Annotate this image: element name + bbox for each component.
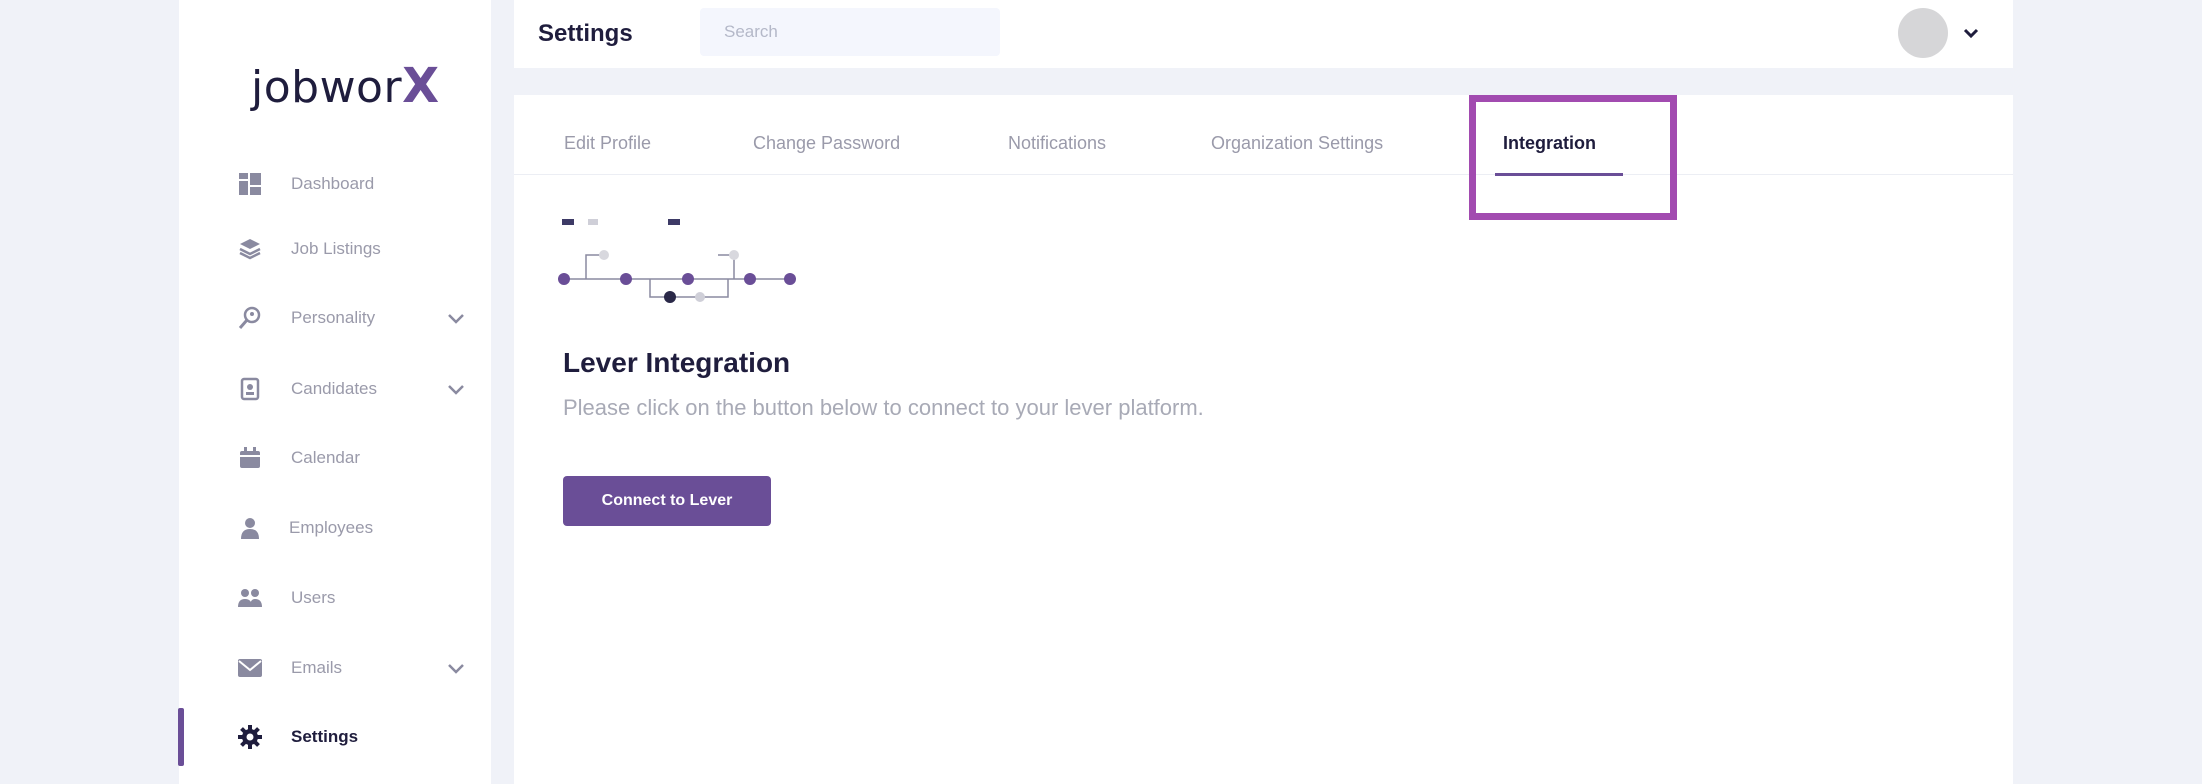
sidebar-item-calendar[interactable]: Calendar <box>179 433 491 483</box>
sidebar-item-label: Job Listings <box>291 239 381 258</box>
sidebar-item-emails[interactable]: Emails <box>179 643 491 693</box>
chevron-down-icon[interactable] <box>445 657 467 679</box>
sidebar-item-users[interactable]: Users <box>179 573 491 623</box>
calendar-icon <box>236 444 264 472</box>
sidebar-item-dashboard[interactable]: Dashboard <box>179 159 491 209</box>
active-indicator <box>178 708 184 766</box>
app-logo[interactable]: jobworX <box>251 58 440 114</box>
tab-edit-profile[interactable]: Edit Profile <box>564 133 651 154</box>
sidebar-item-employees[interactable]: Employees <box>179 503 491 553</box>
search-person-icon <box>236 304 264 332</box>
chevron-down-icon[interactable] <box>1960 22 1982 44</box>
connect-to-lever-button[interactable]: Connect to Lever <box>563 476 771 526</box>
sidebar-item-label: Users <box>291 588 336 607</box>
sidebar-item-candidates[interactable]: Candidates <box>179 364 491 414</box>
avatar[interactable] <box>1898 8 1948 58</box>
integration-graphic <box>558 219 796 303</box>
sidebar-item-label: Emails <box>291 658 343 677</box>
layers-icon <box>236 235 264 263</box>
integration-description: Please click on the button below to conn… <box>563 395 1204 420</box>
page-title: Settings <box>538 20 633 47</box>
sidebar-item-label: Candidates <box>291 379 378 398</box>
top-bar: Settings <box>514 0 2013 68</box>
sidebar-item-label: Settings <box>291 727 359 746</box>
sidebar-item-label: Personality <box>291 308 376 327</box>
sidebar-item-settings[interactable]: Settings <box>178 708 491 766</box>
settings-panel: Edit Profile Change Password Notificatio… <box>514 95 2013 784</box>
gear-icon <box>236 723 264 751</box>
settings-tabs: Edit Profile Change Password Notificatio… <box>514 95 2013 176</box>
sidebar-item-label: Calendar <box>291 448 360 467</box>
integration-tab-highlight <box>1469 95 1677 220</box>
sidebar-item-personality[interactable]: Personality <box>179 293 491 343</box>
employee-icon <box>236 514 264 542</box>
tab-notifications[interactable]: Notifications <box>1008 133 1106 154</box>
chevron-down-icon[interactable] <box>445 307 467 329</box>
users-icon <box>236 584 264 612</box>
tab-organization-settings[interactable]: Organization Settings <box>1211 133 1383 154</box>
sidebar-item-job-listings[interactable]: Job Listings <box>179 224 491 274</box>
integration-title: Lever Integration <box>563 347 791 378</box>
tab-change-password[interactable]: Change Password <box>753 133 900 154</box>
sidebar-item-label: Dashboard <box>291 174 375 193</box>
search-input[interactable] <box>700 8 1000 56</box>
candidate-card-icon <box>236 375 264 403</box>
dashboard-icon <box>236 170 264 198</box>
chevron-down-icon[interactable] <box>445 378 467 400</box>
sidebar-item-label: Employees <box>289 518 374 537</box>
mail-icon <box>236 654 264 682</box>
sidebar: jobworX Dashboard Job Listings Personali… <box>178 0 491 784</box>
